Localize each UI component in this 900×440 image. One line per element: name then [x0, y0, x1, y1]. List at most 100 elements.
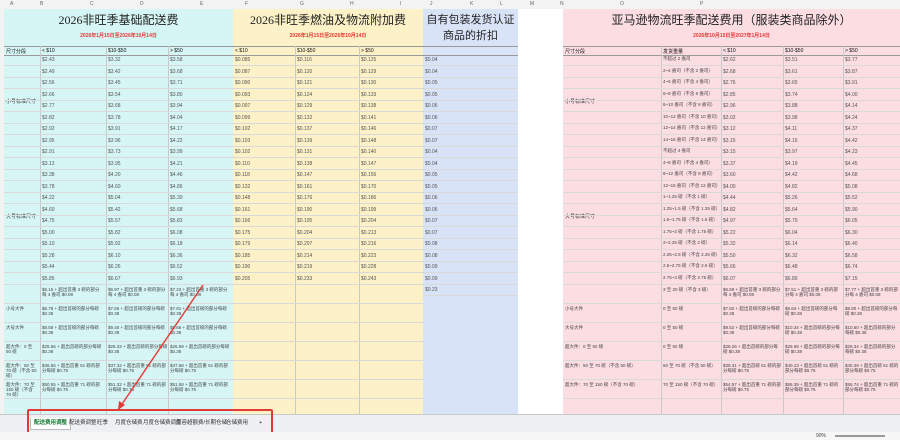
table-cell[interactable]: $0.103: [235, 138, 250, 144]
table-cell[interactable]: $6.93: [170, 276, 183, 282]
table-cell[interactable]: $4.22: [42, 195, 55, 201]
table-cell[interactable]: $5.64: [785, 207, 798, 213]
table-cell[interactable]: $3.97: [785, 149, 798, 155]
table-cell[interactable]: $5.52: [845, 195, 858, 201]
table-cell[interactable]: $36.55 + 超出首重 51 磅的部分每磅 $0.75: [42, 363, 102, 373]
table-cell[interactable]: $0.07: [425, 138, 438, 144]
table-cell[interactable]: $0.05: [425, 80, 438, 86]
table-cell[interactable]: $0.06: [425, 103, 438, 109]
table-cell[interactable]: $3.51: [785, 57, 798, 63]
table-cell[interactable]: $6.10: [108, 253, 121, 259]
table-cell[interactable]: $3.99: [170, 149, 183, 155]
table-cell[interactable]: $9.40 + 超出首磅的部分每磅 $0.38: [108, 325, 168, 335]
weight-cell[interactable]: 不超过 4 盎司: [663, 148, 719, 153]
table-cell[interactable]: $0.087: [235, 69, 250, 75]
table-cell[interactable]: $5.90: [845, 207, 858, 213]
table-cell[interactable]: $0.170: [361, 184, 376, 190]
table-cell[interactable]: $4.19: [785, 161, 798, 167]
table-cell[interactable]: $0.09: [425, 264, 438, 270]
table-cell[interactable]: $4.68: [845, 172, 858, 178]
table-cell[interactable]: $0.129: [361, 69, 376, 75]
table-cell[interactable]: $3.78: [108, 115, 121, 121]
table-cell[interactable]: $3.68: [108, 103, 121, 109]
table-cell[interactable]: $0.116: [297, 57, 312, 63]
table-cell[interactable]: $4.60: [108, 184, 121, 190]
column-letter-G[interactable]: G: [300, 1, 304, 7]
table-cell[interactable]: $4.00: [845, 92, 858, 98]
table-cell[interactable]: $0.204: [297, 230, 312, 236]
table-cell[interactable]: $4.37: [845, 126, 858, 132]
table-cell[interactable]: $0.102: [235, 149, 250, 155]
table-cell[interactable]: $2.96: [723, 103, 736, 109]
table-cell[interactable]: $5.00: [42, 230, 55, 236]
table-cell[interactable]: $5.50: [723, 253, 736, 259]
table-cell[interactable]: $5.79: [785, 218, 798, 224]
table-cell[interactable]: $3.15: [723, 149, 736, 155]
table-cell[interactable]: $3.71: [170, 80, 183, 86]
table-cell[interactable]: $2.77: [42, 103, 55, 109]
table-cell[interactable]: $6.40: [845, 241, 858, 247]
table-cell[interactable]: $4.17: [170, 126, 183, 132]
table-cell[interactable]: $3.37: [723, 161, 736, 167]
column-letter-C[interactable]: C: [90, 1, 94, 7]
weight-cell[interactable]: 2~2.25 磅（不含 2 磅）: [663, 240, 719, 245]
table-cell[interactable]: $51.58 + 超出首重 71 磅的部分每磅 $0.75: [170, 382, 230, 392]
table-cell[interactable]: $5.26: [785, 195, 798, 201]
table-cell[interactable]: $4.04: [170, 115, 183, 121]
table-cell[interactable]: $0.185: [235, 253, 250, 259]
table-cell[interactable]: $0.147: [361, 161, 376, 167]
table-cell[interactable]: $0.05: [425, 184, 438, 190]
table-cell[interactable]: $7.81 + 超出首磅的部分每磅 $0.38: [170, 306, 230, 316]
table-cell[interactable]: $5.32: [723, 241, 736, 247]
table-cell[interactable]: $5.83: [170, 218, 183, 224]
weight-cell[interactable]: 8~12 盎司（不含 8 盎司）: [663, 171, 719, 176]
table-cell[interactable]: $0.120: [297, 69, 312, 75]
table-cell[interactable]: $0.04: [425, 69, 438, 75]
table-cell[interactable]: $3.96: [108, 138, 121, 144]
table-cell[interactable]: $5.28: [42, 253, 55, 259]
column-letter-E[interactable]: E: [200, 1, 203, 7]
table-cell[interactable]: $6.78 + 超出首磅的部分每磅 $0.38: [42, 306, 102, 316]
table-cell[interactable]: $0.093: [235, 92, 250, 98]
table-cell[interactable]: $5.30: [170, 195, 183, 201]
table-cell[interactable]: $3.65: [785, 80, 798, 86]
table-cell[interactable]: $4.23: [845, 149, 858, 155]
table-cell[interactable]: $0.214: [297, 253, 312, 259]
table-cell[interactable]: $3.45: [108, 80, 121, 86]
table-cell[interactable]: $0.166: [235, 218, 250, 224]
table-cell[interactable]: $6.04: [785, 230, 798, 236]
column-letter-J[interactable]: J: [430, 1, 433, 7]
table-cell[interactable]: $6.52: [170, 264, 183, 270]
table-cell[interactable]: $0.161: [297, 184, 312, 190]
table-cell[interactable]: $4.00: [723, 184, 736, 190]
weight-cell[interactable]: 1.5~1.75 磅（不含 1.5 磅）: [663, 217, 719, 222]
table-cell[interactable]: $5.42: [108, 207, 121, 213]
weight-cell[interactable]: 2~4 盎司（不含 2 盎司）: [663, 68, 719, 73]
table-cell[interactable]: $0.08: [425, 253, 438, 259]
table-cell[interactable]: $0.09: [425, 276, 438, 282]
table-cell[interactable]: $5.57: [108, 218, 121, 224]
table-cell[interactable]: $3.32: [108, 57, 121, 63]
table-cell[interactable]: $5.68: [170, 207, 183, 213]
table-cell[interactable]: $0.085: [235, 57, 250, 63]
table-cell[interactable]: $6.15 + 超出首重 3 磅的部分每 4 盎司 $0.08: [42, 287, 102, 297]
table-cell[interactable]: $25.56 + 超出首磅的部分每磅 $0.38: [42, 344, 102, 354]
column-letter-I[interactable]: I: [400, 1, 401, 7]
table-cell[interactable]: $3.88: [785, 103, 798, 109]
table-cell[interactable]: $0.07: [425, 230, 438, 236]
table-cell[interactable]: $0.04: [425, 57, 438, 63]
table-cell[interactable]: 0 至 50 磅: [663, 325, 719, 330]
table-cell[interactable]: $0.199: [361, 207, 376, 213]
column-letter-A[interactable]: A: [10, 1, 13, 7]
table-cell[interactable]: $2.76: [723, 80, 736, 86]
table-cell[interactable]: $7.77 + 超出首重 3 磅的部分每 4 盎司 $0.08: [845, 287, 899, 297]
table-cell[interactable]: $3.91: [108, 126, 121, 132]
table-cell[interactable]: $39.31 + 超出首磅 51 磅的部分每磅 $0.75: [723, 363, 781, 373]
weight-cell[interactable]: 12~16 盎司（不含 12 盎司）: [663, 183, 720, 188]
table-cell[interactable]: $4.42: [845, 138, 858, 144]
table-cell[interactable]: $0.097: [235, 103, 250, 109]
zoom-slider[interactable]: [835, 435, 885, 437]
table-cell[interactable]: $6.69 + 超出首重 3 磅的部分每 4 盎司 $0.08: [723, 287, 781, 297]
table-cell[interactable]: $6.74: [845, 264, 858, 270]
table-cell[interactable]: $37.32 + 超出首重 51 磅的部分每磅 $0.75: [108, 363, 168, 373]
